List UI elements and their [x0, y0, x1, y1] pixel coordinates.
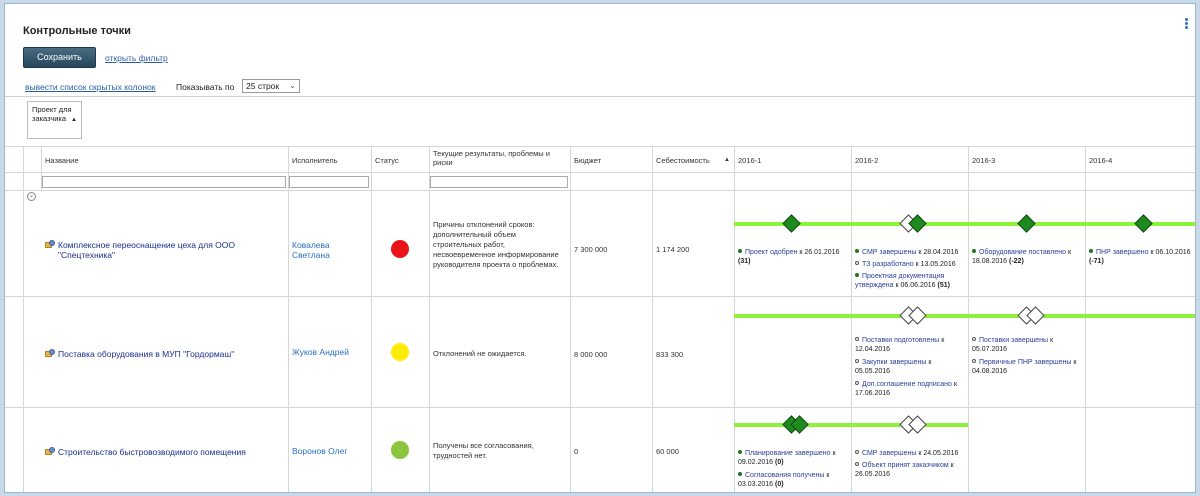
filter-executor-input[interactable] [289, 176, 369, 188]
grouping-label: Проект для заказчика [32, 105, 72, 123]
col-header-q3[interactable]: 2016-3 [972, 156, 995, 165]
filter-name-input[interactable] [42, 176, 286, 188]
done-dot-icon [1089, 249, 1093, 253]
project-name[interactable]: Поставка оборудования в МУП "Гордормаш" [58, 349, 283, 359]
done-dot-icon [855, 273, 859, 277]
done-dot-icon [855, 249, 859, 253]
pending-dot-icon [855, 462, 859, 466]
project-icon [45, 349, 55, 358]
executor-name[interactable]: Воронов Олег [292, 446, 367, 456]
milestone-item[interactable]: Поставки завершены к 05.07.2016 [972, 336, 1085, 354]
milestone-item[interactable]: Проект одобрен к 26.01.2016 (31) [738, 248, 848, 266]
pending-dot-icon [855, 381, 859, 385]
done-dot-icon [738, 249, 742, 253]
col-header-cost[interactable]: Себестоимость [656, 156, 710, 165]
col-header-q4[interactable]: 2016-4 [1089, 156, 1112, 165]
milestones-grid: Название Исполнитель Статус Текущие резу… [5, 144, 1195, 492]
col-header-results[interactable]: Текущие результаты, проблемы и риски [433, 149, 565, 167]
col-header-q1[interactable]: 2016-1 [738, 156, 761, 165]
project-name[interactable]: Комплексное переоснащение цеха для ООО "… [58, 240, 258, 260]
hidden-columns-link[interactable]: вывести список скрытых колонок [25, 82, 155, 92]
sort-up-icon[interactable]: ▲ [71, 116, 77, 125]
milestone-item[interactable]: Планирование завершено к 09.02.2016 (0) [738, 449, 848, 467]
grouping-chip[interactable]: Проект для заказчика ▲ [27, 101, 82, 139]
app-frame: Контрольные точки Сохранить открыть филь… [4, 3, 1196, 493]
milestone-item[interactable]: Доп.соглашение подписано к 17.06.2016 [855, 380, 968, 398]
project-name[interactable]: Строительство быстровозводимого помещени… [58, 447, 283, 457]
cost-value: 1 174 200 [656, 245, 690, 254]
rows-per-page-label: Показывать по [176, 82, 235, 92]
col-header-name[interactable]: Название [45, 156, 79, 165]
milestone-item[interactable]: ТЗ разработано к 13.05.2016 [855, 260, 968, 269]
pending-dot-icon [855, 261, 859, 265]
divider [5, 96, 1195, 97]
milestone-item[interactable]: ПНР завершено к 06.10.2016 (-71) [1089, 248, 1195, 266]
milestone-item[interactable]: Согласования получены к 03.03.2016 (0) [738, 471, 848, 489]
pending-dot-icon [855, 359, 859, 363]
milestone-item[interactable]: Поставки подготовлены к 12.04.2016 [855, 336, 968, 354]
milestone-item[interactable]: Закупки завершены к 05.05.2016 [855, 358, 968, 376]
sort-up-icon[interactable]: ▲ [724, 156, 730, 165]
budget-value: 8 000 000 [574, 350, 608, 359]
project-icon [45, 447, 55, 456]
gantt-bar [734, 314, 1195, 318]
milestone-item[interactable]: Проектная документация утверждена к 06.0… [855, 272, 968, 290]
results-text: Отклонений не ожидается. [433, 349, 527, 358]
filter-results-input[interactable] [430, 176, 568, 188]
pending-dot-icon [855, 450, 859, 454]
milestone-diamond[interactable] [782, 214, 801, 233]
milestone-diamond[interactable] [1134, 214, 1153, 233]
rows-per-page-select[interactable]: 25 строк ⌄ [242, 79, 300, 93]
gantt-bar [734, 423, 968, 427]
page-title: Контрольные точки [23, 25, 131, 37]
pending-dot-icon [972, 359, 976, 363]
cost-value: 833 300 [656, 350, 684, 359]
pending-dot-icon [855, 337, 859, 341]
budget-value: 7 300 000 [574, 245, 608, 254]
milestone-item[interactable]: Оборудование поставлено к 18.08.2016 (-2… [972, 248, 1085, 266]
results-text: Причины отклонений сроков: дополнительны… [433, 220, 559, 269]
pending-dot-icon [972, 337, 976, 341]
save-button[interactable]: Сохранить [23, 47, 96, 68]
chevron-down-icon: ⌄ [289, 81, 296, 90]
open-filter-link[interactable]: открыть фильтр [105, 53, 168, 63]
done-dot-icon [972, 249, 976, 253]
more-menu-icon[interactable] [1185, 18, 1191, 32]
executor-name[interactable]: Ковалева Светлана [292, 240, 362, 260]
milestone-diamond[interactable] [1017, 214, 1036, 233]
gantt-bar [734, 222, 1195, 226]
collapse-group-icon[interactable]: ⌄ [27, 192, 36, 201]
rows-per-page-value: 25 строк [246, 81, 280, 91]
milestone-item[interactable]: Первичные ПНР завершены к 04.08.2016 [972, 358, 1085, 376]
milestone-item[interactable]: Объект принят заказчиком к 26.05.2016 [855, 461, 968, 479]
status-indicator [391, 441, 409, 459]
col-header-status[interactable]: Статус [375, 156, 399, 165]
milestone-item[interactable]: СМР завершены к 28.04.2016 [855, 248, 968, 257]
milestone-item[interactable]: СМР завершены к 24.05.2016 [855, 449, 968, 458]
col-header-q2[interactable]: 2016-2 [855, 156, 878, 165]
status-indicator [391, 240, 409, 258]
done-dot-icon [738, 450, 742, 454]
cost-value: 60 000 [656, 447, 679, 456]
project-icon [45, 240, 55, 249]
results-text: Получены все согласования, трудностей не… [433, 441, 534, 460]
budget-value: 0 [574, 447, 579, 456]
status-indicator [391, 343, 409, 361]
col-header-budget[interactable]: Бюджет [574, 156, 601, 165]
col-header-executor[interactable]: Исполнитель [292, 156, 337, 165]
executor-name[interactable]: Жуков Андрей [292, 347, 367, 357]
done-dot-icon [738, 472, 742, 476]
